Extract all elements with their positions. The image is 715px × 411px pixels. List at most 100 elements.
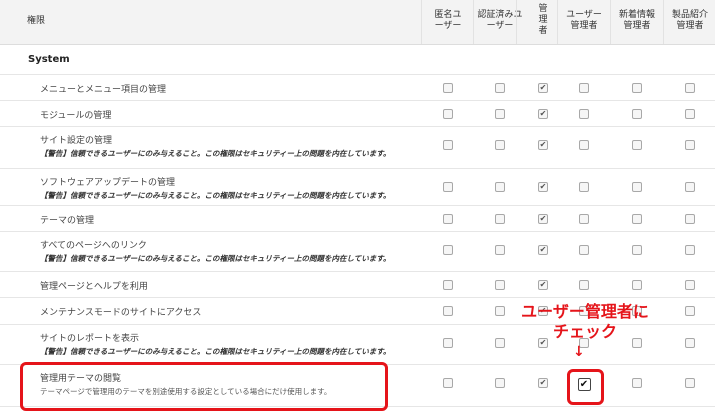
permission-checkbox-news_manager[interactable] — [632, 182, 642, 192]
permission-name: 管理ページとヘルプを利用 — [40, 282, 148, 292]
permission-checkbox-authenticated[interactable] — [495, 83, 505, 93]
permission-checkbox-news_manager[interactable] — [632, 378, 642, 388]
column-header-line: 管理者 — [623, 21, 651, 31]
permission-checkbox-anonymous[interactable] — [443, 83, 453, 93]
permission-checkbox-product_manager[interactable] — [685, 245, 695, 255]
permission-checkbox-admin[interactable] — [538, 214, 548, 224]
column-divider — [557, 0, 558, 44]
permission-warning: 【警告】信頼できるユーザーにのみ与えること。この権限はセキュリティー上の問題を内… — [40, 149, 391, 158]
column-header-news_manager: 新着情報 管理者 — [610, 10, 664, 32]
permission-row: 管理用テーマの閲覧テーマページで管理用のテーマを別途使用する設定としている場合に… — [0, 364, 715, 407]
permission-checkbox-authenticated[interactable] — [495, 214, 505, 224]
permission-checkbox-anonymous[interactable] — [443, 378, 453, 388]
permission-checkbox-news_manager[interactable] — [632, 214, 642, 224]
permission-row: メニューとメニュー項目の管理 — [0, 74, 715, 101]
permission-checkbox-news_manager[interactable] — [632, 109, 642, 119]
permission-checkbox-anonymous[interactable] — [443, 306, 453, 316]
column-divider — [421, 0, 422, 44]
permission-checkbox-anonymous[interactable] — [443, 140, 453, 150]
column-divider — [516, 0, 517, 44]
column-header-line: 管理者 — [570, 21, 598, 31]
permission-checkbox-product_manager[interactable] — [685, 338, 695, 348]
permission-checkbox-admin[interactable] — [538, 140, 548, 150]
permission-name: サイト設定の管理 — [40, 136, 113, 146]
permission-checkbox-user_manager[interactable] — [579, 280, 589, 290]
permission-checkbox-product_manager[interactable] — [685, 83, 695, 93]
permission-warning: 【警告】信頼できるユーザーにのみ与えること。この権限はセキュリティー上の問題を内… — [40, 191, 391, 200]
column-header-line: ユーザー — [566, 10, 602, 20]
permission-checkbox-authenticated[interactable] — [495, 140, 505, 150]
permission-checkbox-authenticated[interactable] — [495, 280, 505, 290]
permission-name: ソフトウェアアップデートの管理 — [40, 178, 176, 188]
permission-name: メニューとメニュー項目の管理 — [40, 85, 167, 95]
permission-checkbox-admin[interactable] — [538, 378, 548, 388]
annotation-arrow-icon: ↓ — [573, 344, 585, 360]
permission-checkbox-product_manager[interactable] — [685, 214, 695, 224]
column-header-line: 製品紹介 — [671, 10, 708, 20]
permission-checkbox-user_manager[interactable] — [579, 245, 589, 255]
permission-row: ソフトウェアアップデートの管理【警告】信頼できるユーザーにのみ与えること。この権… — [0, 168, 715, 206]
permission-checkbox-user_manager[interactable] — [579, 182, 589, 192]
permission-checkbox-news_manager[interactable] — [632, 245, 642, 255]
permission-row: 管理ページとヘルプを利用 — [0, 271, 715, 298]
annotation-line-1: ユーザー管理者に — [521, 302, 649, 321]
column-divider — [473, 0, 474, 44]
column-divider — [663, 0, 664, 44]
permission-warning: 【警告】信頼できるユーザーにのみ与えること。この権限はセキュリティー上の問題を内… — [40, 254, 391, 263]
permission-name: すべてのページへのリンク — [40, 241, 147, 251]
permission-checkbox-news_manager[interactable] — [632, 140, 642, 150]
permission-checkbox-news_manager[interactable] — [632, 280, 642, 290]
permission-row: モジュールの管理 — [0, 100, 715, 127]
permission-checkbox-authenticated[interactable] — [495, 245, 505, 255]
permission-checkbox-admin[interactable] — [538, 182, 548, 192]
permission-warning: 【警告】信頼できるユーザーにのみ与えること。この権限はセキュリティー上の問題を内… — [40, 347, 391, 356]
permission-checkbox-user_manager[interactable] — [579, 214, 589, 224]
permission-checkbox-authenticated[interactable] — [495, 378, 505, 388]
permission-checkbox-product_manager[interactable] — [685, 306, 695, 316]
permission-name: サイトのレポートを表示 — [40, 334, 140, 344]
column-header-line: 新着情報 — [618, 10, 655, 20]
permission-checkbox-product_manager[interactable] — [685, 182, 695, 192]
permission-checkbox-anonymous[interactable] — [443, 182, 453, 192]
permission-checkbox-user_manager[interactable] — [579, 109, 589, 119]
section-row: System — [0, 44, 715, 75]
permission-checkbox-anonymous[interactable] — [443, 280, 453, 290]
section-title: System — [28, 54, 70, 65]
table-header: 権限 匿名ユ ーザー 認証済みユ ーザー管理者ユーザー 管理者 新着情報 管理者 製品紹介 管理… — [0, 0, 715, 45]
permission-row: すべてのページへのリンク【警告】信頼できるユーザーにのみ与えること。この権限はセ… — [0, 231, 715, 272]
permission-checkbox-anonymous[interactable] — [443, 338, 453, 348]
permission-row: サイト設定の管理【警告】信頼できるユーザーにのみ与えること。この権限はセキュリテ… — [0, 126, 715, 169]
annotation-line-2: チェック — [552, 322, 617, 341]
annotation-callout: ユーザー管理者に チェック — [500, 302, 670, 342]
permission-checkbox-admin[interactable] — [538, 109, 548, 119]
permission-checkbox-product_manager[interactable] — [685, 280, 695, 290]
column-header-user_manager: ユーザー 管理者 — [557, 10, 611, 32]
permission-name: 管理用テーマの閲覧 — [40, 374, 122, 384]
permission-checkbox-anonymous[interactable] — [443, 109, 453, 119]
column-header-line: 管理者 — [676, 21, 704, 31]
permission-checkbox-anonymous[interactable] — [443, 245, 453, 255]
permission-name: テーマの管理 — [40, 216, 95, 226]
permission-checkbox-user_manager[interactable] — [577, 378, 591, 391]
permission-checkbox-user_manager[interactable] — [579, 83, 589, 93]
column-header-anonymous: 匿名ユ ーザー — [421, 10, 475, 32]
permission-checkbox-admin[interactable] — [538, 83, 548, 93]
permission-checkbox-product_manager[interactable] — [685, 109, 695, 119]
permission-name: モジュールの管理 — [40, 111, 112, 121]
column-divider — [610, 0, 611, 44]
permission-description: テーマページで管理用のテーマを別途使用する設定としている場合にだけ使用します。 — [40, 387, 332, 396]
permission-checkbox-anonymous[interactable] — [443, 214, 453, 224]
permission-name: メンテナンスモードのサイトにアクセス — [40, 308, 202, 318]
column-header-line: 匿名ユ — [434, 10, 462, 20]
permission-checkbox-news_manager[interactable] — [632, 83, 642, 93]
permission-checkbox-admin[interactable] — [538, 245, 548, 255]
permission-checkbox-product_manager[interactable] — [685, 140, 695, 150]
column-header-line: ーザー — [434, 21, 462, 31]
permission-checkbox-authenticated[interactable] — [495, 182, 505, 192]
permission-checkbox-authenticated[interactable] — [495, 109, 505, 119]
permission-checkbox-user_manager[interactable] — [579, 140, 589, 150]
permission-row: テーマの管理 — [0, 205, 715, 232]
permission-column-header: 権限 — [27, 16, 46, 26]
permission-checkbox-product_manager[interactable] — [685, 378, 695, 388]
permission-checkbox-admin[interactable] — [538, 280, 548, 290]
